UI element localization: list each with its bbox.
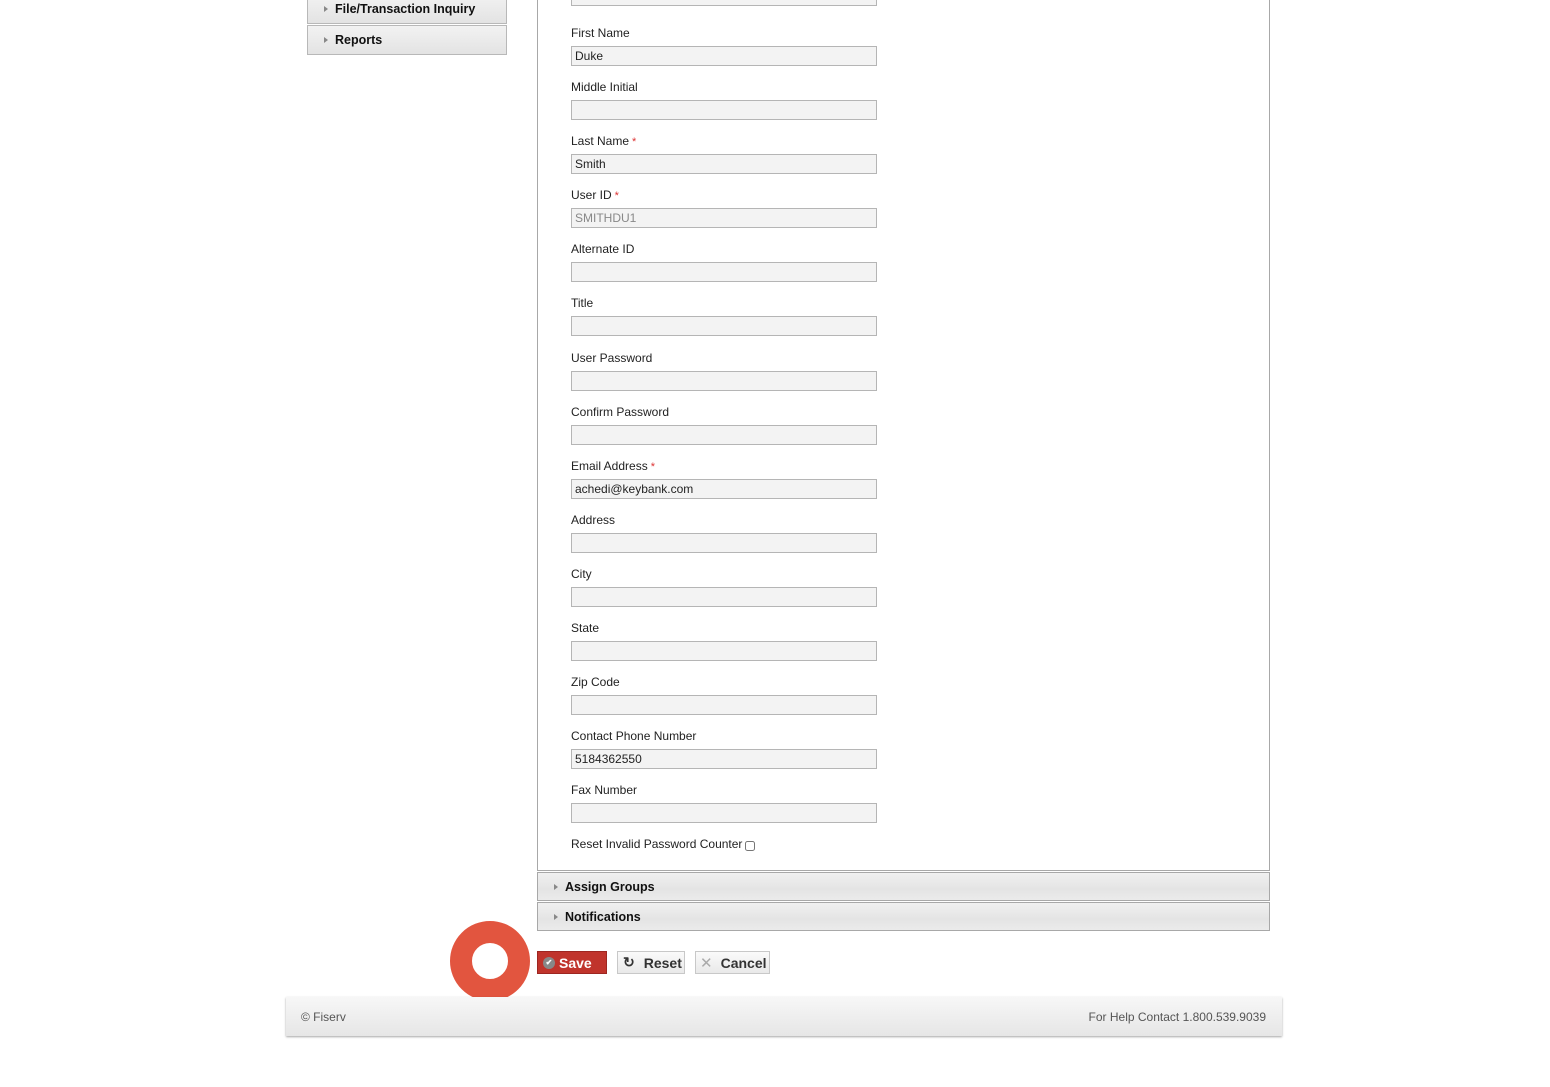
reset-password-counter-checkbox[interactable] — [745, 840, 756, 851]
sidebar-item-label: File/Transaction Inquiry — [335, 2, 476, 16]
city-field: City — [571, 567, 877, 607]
last-name-label: Last Name * — [571, 134, 877, 148]
zip-code-field: Zip Code — [571, 675, 877, 715]
cancel-button[interactable]: ✕ Cancel — [695, 951, 770, 974]
address-field: Address — [571, 513, 877, 553]
email-address-label: Email Address * — [571, 459, 877, 473]
address-label: Address — [571, 513, 616, 527]
user-id-input[interactable] — [571, 208, 877, 228]
sidebar-item-file-transaction-inquiry[interactable]: File/Transaction Inquiry — [307, 0, 507, 24]
save-button-label: Save — [559, 954, 592, 971]
reset-password-counter-label: Reset Invalid Password Counter — [571, 837, 743, 851]
contact-phone-field: Contact Phone Number — [571, 729, 877, 769]
fax-number-input[interactable] — [571, 803, 877, 823]
user-details-form: First Name Middle Initial Last Name* Use… — [537, 0, 1270, 871]
user-id-label-text: User ID — [571, 188, 612, 202]
page: File/Transaction Inquiry Reports First N… — [0, 0, 1550, 1087]
cancel-button-label: Cancel — [720, 954, 767, 971]
zip-code-input[interactable] — [571, 695, 877, 715]
help-contact-text: For Help Contact 1.800.539.9039 — [1088, 1009, 1266, 1024]
state-field: State — [571, 621, 877, 661]
email-address-field: Email Address * — [571, 459, 877, 499]
first-name-label: First Name — [571, 26, 630, 40]
company-field — [571, 0, 877, 6]
user-id-label: User ID * — [571, 188, 877, 202]
sidebar-nav: File/Transaction Inquiry Reports — [307, 0, 507, 56]
state-input[interactable] — [571, 641, 877, 661]
contact-phone-label: Contact Phone Number — [571, 729, 697, 743]
copyright-text: © Fiserv — [301, 1009, 346, 1024]
middle-initial-label: Middle Initial — [571, 80, 638, 94]
fax-number-label: Fax Number — [571, 783, 638, 797]
caret-right-icon — [324, 6, 328, 12]
required-marker: * — [614, 190, 619, 202]
save-button[interactable]: ✔ Save — [537, 951, 607, 974]
last-name-label-text: Last Name — [571, 134, 630, 148]
section-assign-groups[interactable]: Assign Groups — [537, 872, 1270, 901]
fax-number-field: Fax Number — [571, 783, 877, 823]
email-address-input[interactable] — [571, 479, 877, 499]
alternate-id-field: Alternate ID — [571, 242, 877, 282]
first-name-input[interactable] — [571, 46, 877, 66]
sidebar-item-reports[interactable]: Reports — [307, 25, 507, 55]
reset-button[interactable]: ↻ Reset — [617, 951, 685, 974]
title-input[interactable] — [571, 316, 877, 336]
address-input[interactable] — [571, 533, 877, 553]
email-address-label-text: Email Address — [571, 459, 648, 473]
title-label: Title — [571, 296, 594, 310]
user-password-field: User Password — [571, 351, 877, 391]
required-marker: * — [650, 461, 655, 473]
section-notifications[interactable]: Notifications — [537, 902, 1270, 931]
user-password-input[interactable] — [571, 371, 877, 391]
caret-right-icon — [554, 883, 558, 890]
user-id-field: User ID * — [571, 188, 877, 228]
middle-initial-field: Middle Initial — [571, 80, 877, 120]
confirm-password-input[interactable] — [571, 425, 877, 445]
user-password-label: User Password — [571, 351, 653, 365]
city-label: City — [571, 567, 592, 581]
checkmark-icon: ✔ — [543, 956, 555, 969]
state-label: State — [571, 621, 600, 635]
refresh-icon: ↻ — [623, 954, 635, 970]
zip-code-label: Zip Code — [571, 675, 620, 689]
footer: © Fiserv For Help Contact 1.800.539.9039 — [286, 997, 1282, 1036]
section-label: Notifications — [565, 909, 641, 924]
close-icon: ✕ — [700, 954, 713, 972]
sidebar-item-label: Reports — [335, 33, 383, 47]
first-name-field: First Name — [571, 26, 877, 66]
confirm-password-field: Confirm Password — [571, 405, 877, 445]
alternate-id-input[interactable] — [571, 262, 877, 282]
contact-phone-input[interactable] — [571, 749, 877, 769]
reset-button-label: Reset — [643, 954, 682, 971]
section-label: Assign Groups — [565, 879, 655, 894]
last-name-input[interactable] — [571, 154, 877, 174]
alternate-id-label: Alternate ID — [571, 242, 635, 256]
reset-password-counter-row: Reset Invalid Password Counter — [571, 837, 756, 851]
last-name-field: Last Name * — [571, 134, 877, 174]
required-marker: * — [632, 136, 637, 148]
city-input[interactable] — [571, 587, 877, 607]
title-field: Title — [571, 296, 877, 336]
caret-right-icon — [324, 37, 328, 43]
company-input[interactable] — [571, 0, 877, 6]
confirm-password-label: Confirm Password — [571, 405, 670, 419]
caret-right-icon — [554, 913, 558, 920]
middle-initial-input[interactable] — [571, 100, 877, 120]
click-indicator — [450, 921, 530, 1001]
